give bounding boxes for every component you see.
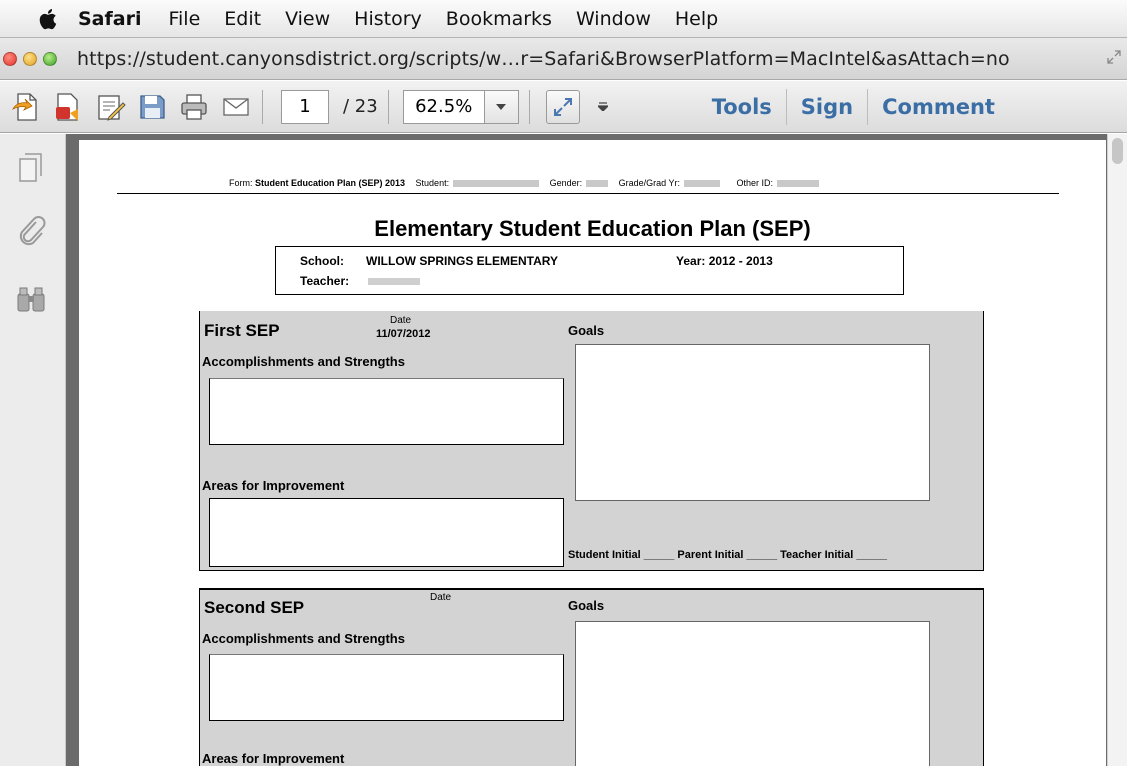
tools-button[interactable]: Tools xyxy=(712,95,772,119)
school-info-box: School: WILLOW SPRINGS ELEMENTARY Year: … xyxy=(275,246,904,295)
page-number-input[interactable]: 1 xyxy=(281,89,329,124)
sep-title: Second SEP xyxy=(204,598,305,617)
accomplishments-label: Accomplishments and Strengths xyxy=(202,354,405,369)
menu-edit[interactable]: Edit xyxy=(224,8,261,30)
date-label: Date xyxy=(430,592,452,603)
save-icon[interactable] xyxy=(136,91,168,123)
page-total-label: / 23 xyxy=(343,96,378,117)
other-id-label: Other ID: xyxy=(736,178,774,188)
student-label: Student: xyxy=(415,178,450,188)
teacher-label: Teacher: xyxy=(300,274,350,288)
navigation-panel xyxy=(0,134,66,766)
school-label: School: xyxy=(300,254,344,268)
school-year: Year: 2012 - 2013 xyxy=(676,254,773,268)
first-sep-section: First SEP Date 11/07/2012 Goals Accompli… xyxy=(199,311,984,571)
document-title: Elementary Student Education Plan (SEP) xyxy=(374,216,811,241)
url-field[interactable]: https://student.canyonsdistrict.org/scri… xyxy=(77,48,1010,70)
second-sep-section: Second SEP Date Goals Accomplishments an… xyxy=(199,588,984,766)
menu-help[interactable]: Help xyxy=(675,8,718,30)
pdf-viewer: Form: Student Education Plan (SEP) 2013 … xyxy=(66,134,1127,766)
sign-button[interactable]: Sign xyxy=(801,95,853,119)
goals-box[interactable] xyxy=(575,621,930,766)
convert-pdf-icon[interactable] xyxy=(52,91,84,123)
search-binoculars-icon[interactable] xyxy=(14,282,48,316)
header-rule xyxy=(117,193,1059,194)
minimize-window-button[interactable] xyxy=(23,51,37,66)
more-options-dropdown[interactable] xyxy=(596,99,610,115)
email-icon[interactable] xyxy=(220,91,252,123)
create-pdf-icon[interactable] xyxy=(10,91,42,123)
menu-history[interactable]: History xyxy=(354,8,422,30)
zoom-dropdown-button[interactable] xyxy=(484,89,519,124)
redacted-field xyxy=(684,180,721,188)
address-bar: https://student.canyonsdistrict.org/scri… xyxy=(0,38,1127,80)
toolbar-divider xyxy=(262,89,263,124)
section-border xyxy=(200,588,983,590)
toolbar-divider xyxy=(785,88,787,125)
form-label: Form: xyxy=(229,178,255,188)
scrollbar-thumb[interactable] xyxy=(1112,138,1123,164)
form-name: Student Education Plan (SEP) 2013 xyxy=(255,178,406,188)
toolbar-divider xyxy=(387,89,389,124)
gender-label: Gender: xyxy=(549,178,583,188)
expand-arrows-icon xyxy=(553,97,572,116)
window-controls xyxy=(3,51,57,66)
comment-button[interactable]: Comment xyxy=(882,95,995,119)
pdf-toolbar: 1 / 23 62.5% Tools Sign Comment xyxy=(0,81,1127,133)
grade-label: Grade/Grad Yr: xyxy=(618,178,681,188)
date-label: Date xyxy=(390,315,412,326)
sep-title: First SEP xyxy=(204,321,280,340)
menu-window[interactable]: Window xyxy=(576,8,651,30)
page-thumbnails-icon[interactable] xyxy=(14,150,48,184)
close-window-button[interactable] xyxy=(3,51,17,66)
menu-view[interactable]: View xyxy=(285,8,330,30)
chevron-down-icon xyxy=(496,103,507,110)
print-icon[interactable] xyxy=(178,91,210,123)
apple-icon[interactable] xyxy=(36,6,60,32)
goals-label: Goals xyxy=(568,323,605,338)
improvement-label: Areas for Improvement xyxy=(202,751,345,766)
goals-label: Goals xyxy=(568,598,605,613)
improvement-box[interactable] xyxy=(209,498,564,567)
accomplishments-box[interactable] xyxy=(209,378,564,445)
edit-pdf-icon[interactable] xyxy=(94,91,126,123)
toolbar-divider xyxy=(867,88,869,125)
redacted-field xyxy=(586,180,609,188)
initials-line: Student Initial _____ Parent Initial ___… xyxy=(568,549,887,561)
menu-file[interactable]: File xyxy=(168,8,200,30)
improvement-label: Areas for Improvement xyxy=(202,478,345,493)
redacted-field xyxy=(453,180,540,188)
pdf-page: Form: Student Education Plan (SEP) 2013 … xyxy=(79,140,1106,766)
toolbar-divider xyxy=(528,89,530,124)
zoom-level-input[interactable]: 62.5% xyxy=(402,89,485,124)
school-name: WILLOW SPRINGS ELEMENTARY xyxy=(366,254,558,268)
menu-safari[interactable]: Safari xyxy=(78,8,141,30)
menu-bookmarks[interactable]: Bookmarks xyxy=(446,8,552,30)
redacted-field xyxy=(777,180,820,188)
section-border xyxy=(200,569,983,571)
accomplishments-box[interactable] xyxy=(209,654,564,721)
attachments-icon[interactable] xyxy=(14,214,48,248)
zoom-window-button[interactable] xyxy=(43,51,57,66)
accomplishments-label: Accomplishments and Strengths xyxy=(202,631,405,646)
form-header: Form: Student Education Plan (SEP) 2013 … xyxy=(229,178,823,188)
vertical-scrollbar[interactable] xyxy=(1107,134,1127,766)
goals-box[interactable] xyxy=(575,344,930,501)
fullscreen-icon[interactable] xyxy=(1107,50,1121,64)
chevron-down-icon xyxy=(596,101,610,112)
fit-page-button[interactable] xyxy=(545,89,580,124)
menu-bar: Safari File Edit View History Bookmarks … xyxy=(0,0,1127,38)
date-value: 11/07/2012 xyxy=(376,328,431,340)
redacted-field xyxy=(368,278,420,285)
